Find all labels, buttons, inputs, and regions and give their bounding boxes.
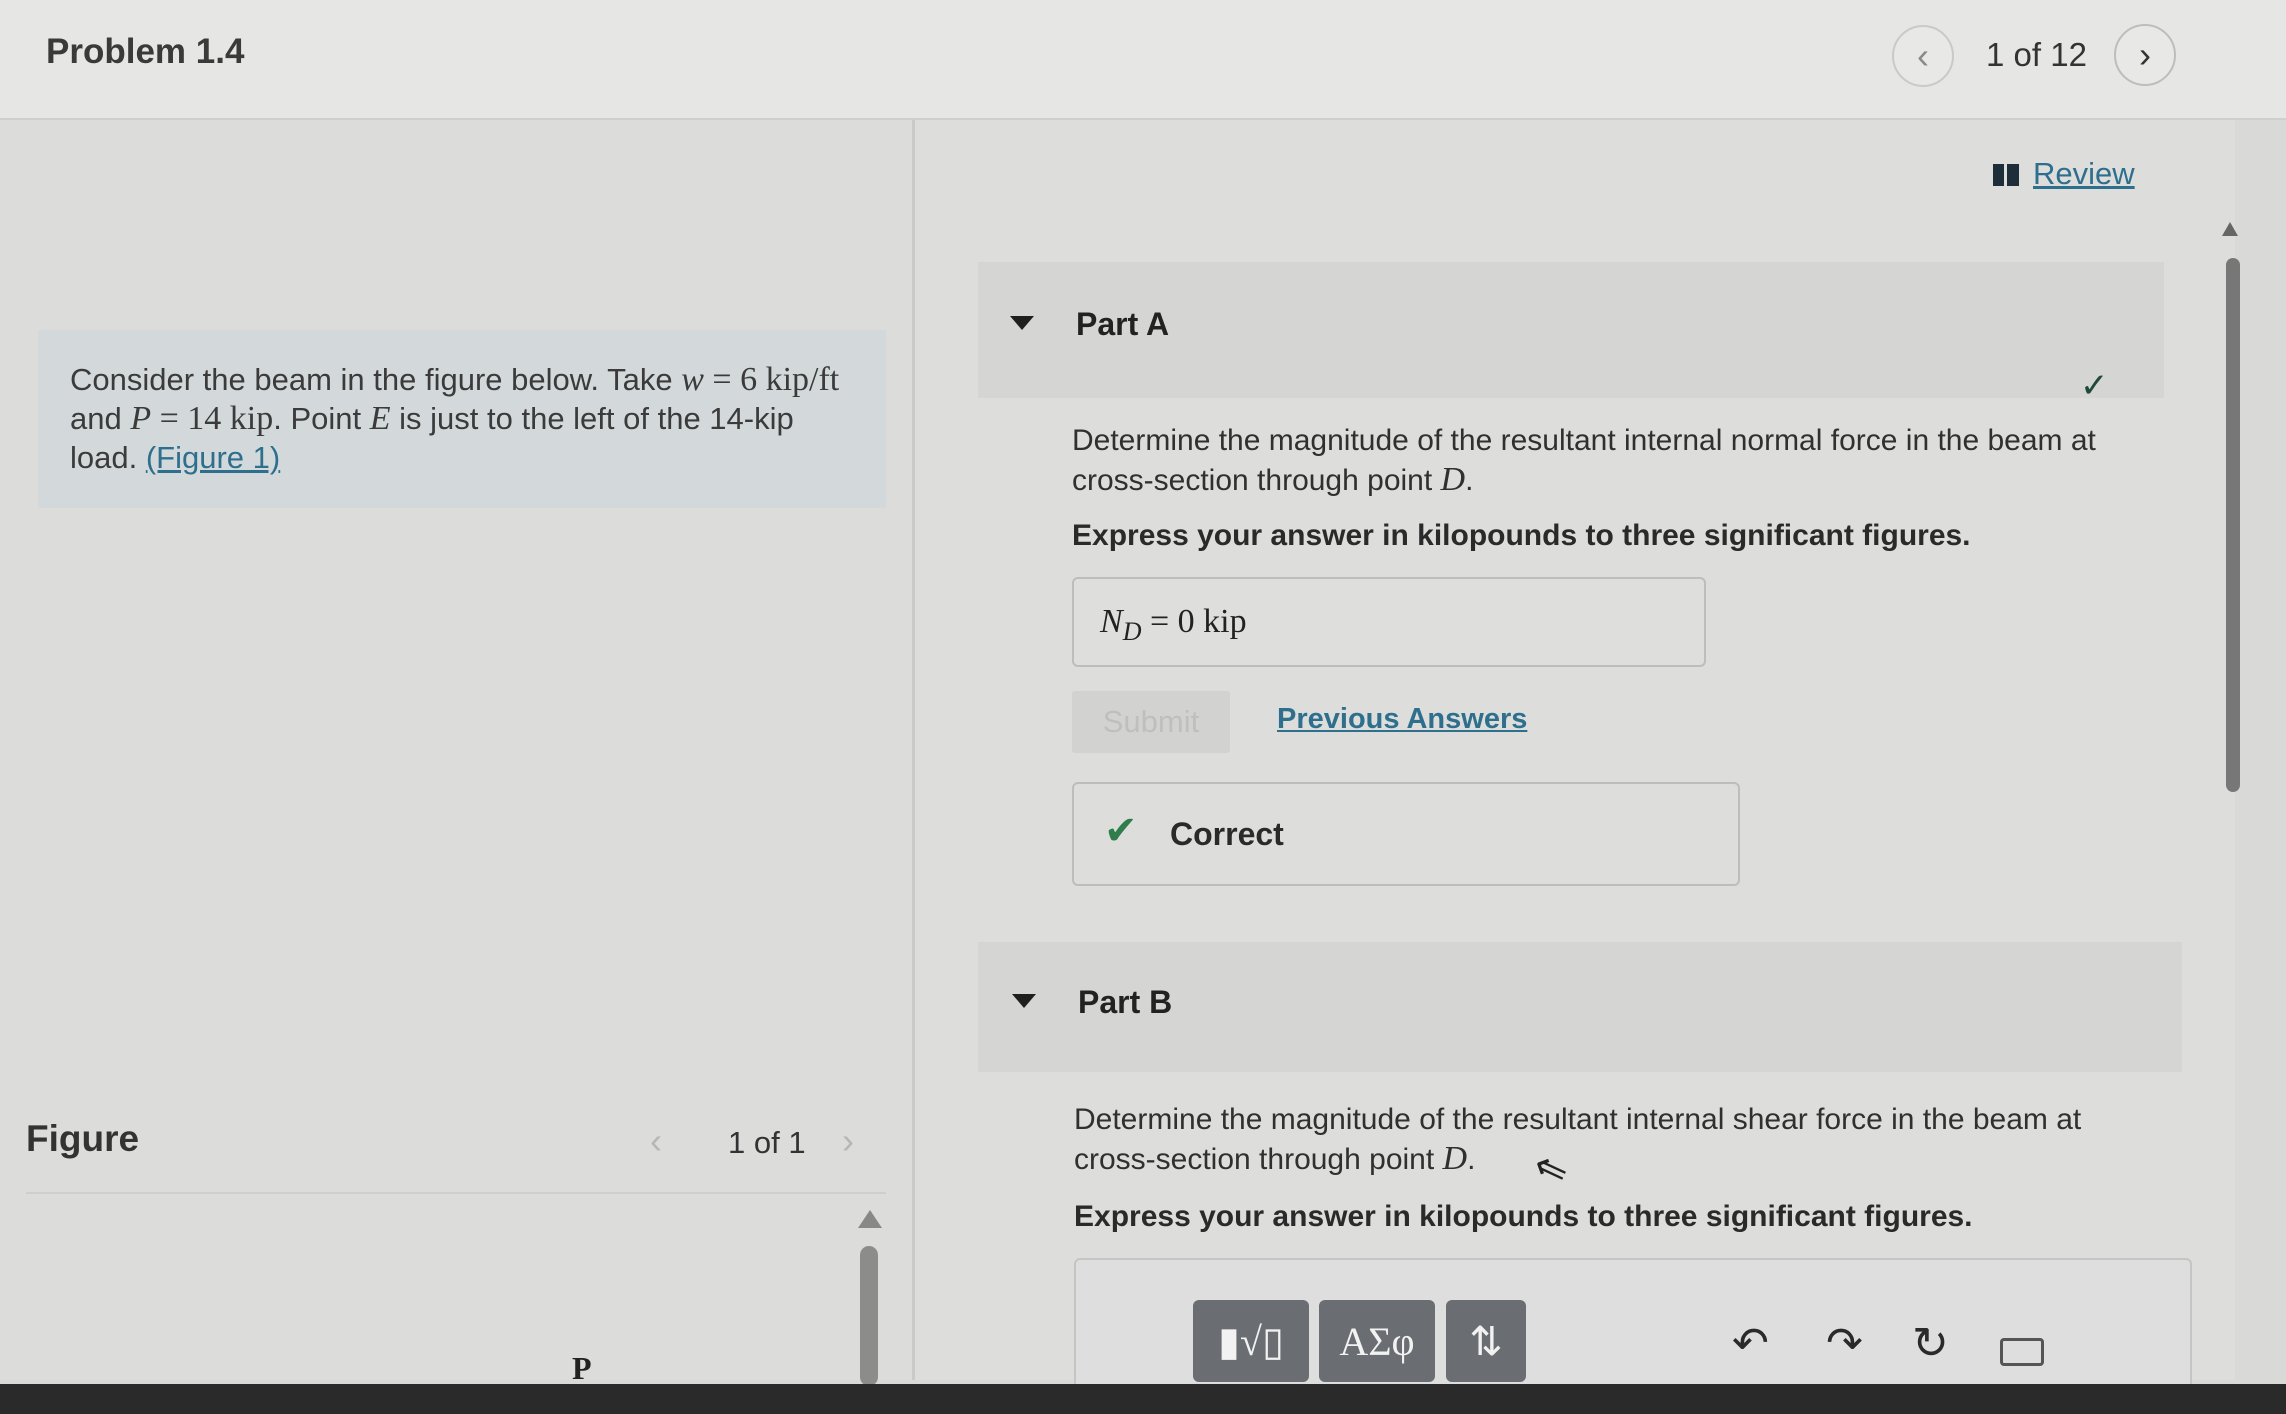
part-a-title: Part A: [1076, 306, 1170, 342]
problem-title: Problem 1.4: [46, 32, 245, 71]
figure-next-button[interactable]: ›: [842, 1120, 854, 1162]
templates-button[interactable]: ▮√▯: [1193, 1300, 1309, 1382]
question-line: Determine the magnitude of the resultant…: [1074, 1103, 2082, 1136]
submit-button[interactable]: Submit: [1072, 691, 1230, 753]
part-a-answer-field[interactable]: ND = 0 kip: [1072, 577, 1706, 667]
right-scrollbar[interactable]: [2226, 258, 2240, 792]
question-line: cross-section through point: [1074, 1143, 1443, 1176]
part-b-question: Determine the magnitude of the resultant…: [1074, 1103, 2082, 1177]
checkmark-icon: ✓: [2080, 367, 2109, 405]
chevron-left-icon: ‹: [650, 1120, 662, 1161]
problem-text: and: [70, 401, 131, 436]
w-value: = 6 kip/ft: [703, 361, 840, 398]
figure-link[interactable]: (Figure 1): [146, 440, 280, 475]
figure-prev-button[interactable]: ‹: [650, 1120, 662, 1162]
checkmark-icon: ✔: [1104, 809, 1138, 853]
problem-panel: [0, 120, 912, 1380]
problem-text: Consider the beam in the figure below. T…: [70, 362, 682, 397]
keyboard-icon[interactable]: [2000, 1338, 2044, 1366]
figure-page-count: 1 of 1: [728, 1125, 806, 1160]
problem-page-count: 1 of 12: [1986, 36, 2087, 73]
point-symbol: D: [1442, 1140, 1468, 1177]
answer-subscript: D: [1122, 616, 1142, 646]
part-a-question: Determine the magnitude of the resultant…: [1072, 424, 2096, 498]
problem-text: . Point: [273, 401, 370, 436]
figure-divider: [26, 1192, 886, 1194]
answer-value: = 0 kip: [1141, 603, 1247, 640]
next-problem-button[interactable]: ›: [2114, 24, 2176, 86]
redo-icon[interactable]: ↷: [1826, 1318, 1863, 1369]
e-symbol: E: [369, 400, 391, 437]
feedback-text: Correct: [1170, 816, 1284, 852]
part-b-instruction: Express your answer in kilopounds to thr…: [1074, 1200, 1973, 1233]
answer-symbol: N: [1100, 603, 1123, 640]
p-symbol: P: [130, 400, 152, 437]
undo-icon[interactable]: ↶: [1732, 1318, 1769, 1369]
scroll-up-arrow[interactable]: [2222, 222, 2238, 236]
review-label: Review: [2033, 156, 2135, 191]
previous-answers-link[interactable]: Previous Answers: [1277, 703, 1527, 736]
problem-statement: Consider the beam in the figure below. T…: [38, 330, 886, 508]
chevron-right-icon: ›: [2139, 34, 2151, 75]
question-line: Determine the magnitude of the resultant…: [1072, 424, 2096, 457]
greek-symbols-button[interactable]: ΑΣφ: [1319, 1300, 1435, 1382]
previous-problem-button[interactable]: ‹: [1892, 25, 1954, 87]
w-symbol: w: [681, 361, 704, 398]
figure-scroll-up-arrow[interactable]: [858, 1210, 882, 1228]
caret-down-icon[interactable]: [1010, 316, 1034, 330]
vector-arrows-button[interactable]: ⇅: [1446, 1300, 1526, 1382]
figure-load-label: P: [572, 1350, 592, 1386]
p-value: = 14 kip: [151, 400, 274, 437]
reset-icon[interactable]: ↻: [1912, 1318, 1949, 1369]
figure-scrollbar[interactable]: [860, 1246, 878, 1386]
chevron-right-icon: ›: [842, 1120, 854, 1161]
chevron-left-icon: ‹: [1917, 35, 1929, 76]
point-symbol: D: [1440, 461, 1466, 498]
caret-down-icon[interactable]: [1012, 994, 1036, 1008]
screen-bezel: [0, 1384, 2286, 1414]
feedback-box: ✔ Correct: [1072, 782, 1740, 886]
review-link[interactable]: Review: [1993, 156, 2135, 192]
book-icon: [1993, 164, 2019, 186]
part-b-title: Part B: [1078, 984, 1173, 1020]
question-line: cross-section through point: [1072, 464, 1441, 497]
part-a-instruction: Express your answer in kilopounds to thr…: [1072, 519, 1971, 552]
top-bar: Problem 1.4 ‹ 1 of 12 ›: [0, 0, 2286, 120]
figure-heading: Figure: [26, 1118, 140, 1159]
